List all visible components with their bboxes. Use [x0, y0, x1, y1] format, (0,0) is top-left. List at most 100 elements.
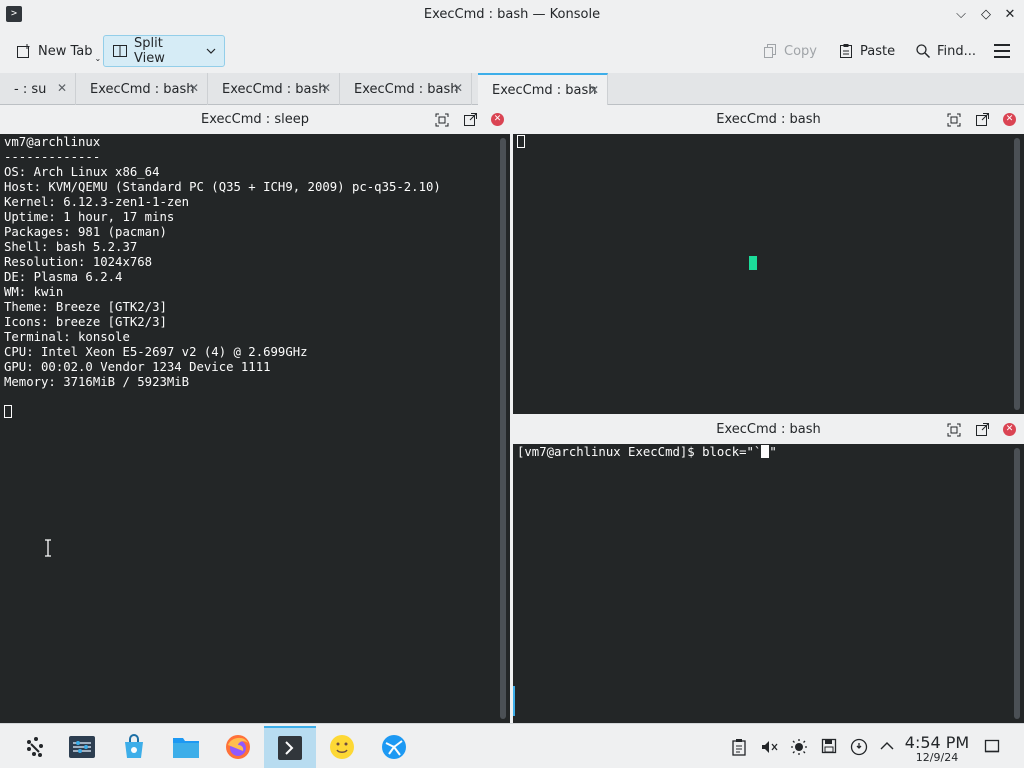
updates-icon[interactable]: [850, 738, 868, 756]
new-tab-button[interactable]: New Tab ⌄: [8, 35, 109, 67]
file-manager-icon[interactable]: [160, 726, 212, 768]
activity-marker: [749, 256, 757, 270]
copy-label: Copy: [784, 43, 817, 59]
pane-header: ExecCmd : sleep ✕: [0, 106, 510, 134]
tab-label: ExecCmd : bash: [222, 81, 327, 97]
term-line: -------------: [4, 150, 101, 164]
detach-pane-icon[interactable]: [462, 112, 478, 128]
term-line: Terminal: konsole: [4, 330, 130, 344]
close-pane-icon[interactable]: ✕: [1003, 113, 1016, 126]
tab-bar: - : su ✕ ExecCmd : bash ✕ ExecCmd : bash…: [0, 73, 1024, 105]
term-line: Uptime: 1 hour, 17 mins: [4, 210, 175, 224]
detach-pane-icon[interactable]: [974, 422, 990, 438]
copy-icon: [762, 43, 778, 59]
save-device-icon[interactable]: [820, 738, 838, 756]
tab-execcmd-bash-3[interactable]: ExecCmd : bash ✕: [340, 73, 472, 105]
find-label: Find...: [937, 43, 977, 59]
close-tab-icon[interactable]: ✕: [321, 81, 331, 95]
terminal-prompt-line: [vm7@archlinux ExecCmd]$ block="` ": [517, 445, 1010, 460]
split-view-label: Split View: [134, 36, 165, 66]
term-line: Resolution: 1024x768: [4, 255, 153, 269]
discover-store-icon[interactable]: [108, 726, 160, 768]
term-line: vm7@archlinux: [4, 135, 101, 149]
close-tab-icon[interactable]: ✕: [453, 81, 463, 95]
scrollbar[interactable]: [1010, 134, 1024, 414]
close-tab-icon[interactable]: ✕: [589, 83, 599, 97]
system-settings-icon[interactable]: [56, 726, 108, 768]
terminal-pane-bottom-right[interactable]: ExecCmd : bash ✕ [vm7@archlinux ExecCmd]…: [513, 416, 1024, 723]
volume-muted-icon[interactable]: [760, 738, 778, 756]
clipboard-icon[interactable]: [730, 738, 748, 756]
tab-label: - : su: [14, 81, 47, 97]
scrollbar[interactable]: [1010, 444, 1024, 723]
window-title: ExecCmd : bash — Konsole: [423, 7, 601, 22]
close-pane-icon[interactable]: ✕: [491, 113, 504, 126]
pane-header: ExecCmd : bash ✕: [513, 416, 1024, 444]
konsole-icon[interactable]: [264, 726, 316, 768]
detach-pane-icon[interactable]: [974, 112, 990, 128]
scrollbar-thumb[interactable]: [500, 138, 506, 719]
text-cursor-icon: [44, 539, 52, 561]
find-button[interactable]: Find...: [907, 35, 984, 67]
term-line: WM: kwin: [4, 285, 64, 299]
terminal-cursor-line: [517, 135, 1010, 150]
terminal-cursor: [4, 405, 12, 418]
term-line: Icons: breeze [GTK2/3]: [4, 315, 167, 329]
maximize-pane-icon[interactable]: [946, 112, 962, 128]
tab-execcmd-bash-2[interactable]: ExecCmd : bash ✕: [208, 73, 340, 105]
prompt-text: [vm7@archlinux ExecCmd]$ block="`: [517, 445, 762, 459]
terminal-pane-top-right[interactable]: ExecCmd : bash ✕: [513, 106, 1024, 414]
brightness-icon[interactable]: [790, 738, 808, 756]
tab-label: ExecCmd : bash: [354, 81, 459, 97]
clock-date[interactable]: 12/9/24: [900, 751, 974, 764]
search-icon: [915, 43, 931, 59]
close-pane-icon[interactable]: ✕: [1003, 423, 1016, 436]
paste-button[interactable]: Paste: [830, 35, 903, 67]
term-line: Host: KVM/QEMU (Standard PC (Q35 + ICH9,…: [4, 180, 441, 194]
split-view-icon: [112, 43, 128, 59]
term-line: Theme: Breeze [GTK2/3]: [4, 300, 167, 314]
hamburger-menu-icon[interactable]: [994, 44, 1010, 58]
terminal-cursor-line: [4, 405, 496, 420]
clock-time[interactable]: 4:54 PM: [900, 733, 974, 752]
terminal-output[interactable]: [vm7@archlinux ExecCmd]$ block="` ": [513, 444, 1010, 723]
terminal-output[interactable]: [513, 134, 1010, 414]
tab-label: ExecCmd : bash: [90, 81, 195, 97]
new-tab-icon: [16, 43, 32, 59]
terminal-pane-left[interactable]: ExecCmd : sleep ✕ vm7@archlinux --------…: [0, 106, 510, 723]
maximize-button[interactable]: ◇: [975, 4, 997, 26]
window-titlebar[interactable]: > ExecCmd : bash — Konsole ⌵ ◇ ✕: [0, 0, 1024, 30]
pane-header: ExecCmd : bash ✕: [513, 106, 1024, 134]
term-line: Kernel: 6.12.3-zen1-1-zen: [4, 195, 190, 209]
maximize-pane-icon[interactable]: [946, 422, 962, 438]
term-line: Shell: bash 5.2.37: [4, 240, 138, 254]
browser-icon[interactable]: [368, 726, 420, 768]
close-window-button[interactable]: ✕: [999, 4, 1021, 26]
new-tab-label: New Tab: [38, 43, 93, 59]
application-launcher-icon[interactable]: [8, 726, 60, 768]
show-desktop-icon[interactable]: [983, 738, 1001, 756]
term-line: Memory: 3716MiB / 5923MiB: [4, 375, 190, 389]
taskbar: 4:54 PM 12/9/24: [0, 723, 1024, 768]
minimize-button[interactable]: ⌵: [950, 4, 972, 26]
term-line: CPU: Intel Xeon E5-2697 v2 (4) @ 2.699GH…: [4, 345, 308, 359]
maximize-pane-icon[interactable]: [434, 112, 450, 128]
show-hidden-tray-icon[interactable]: [878, 738, 896, 756]
firefox-icon[interactable]: [212, 726, 264, 768]
emoji-icon[interactable]: [316, 726, 368, 768]
close-tab-icon[interactable]: ✕: [189, 81, 199, 95]
term-line: DE: Plasma 6.2.4: [4, 270, 123, 284]
scrollbar[interactable]: [496, 134, 510, 723]
split-view-button[interactable]: Split View: [103, 35, 225, 67]
terminal-cursor: [517, 135, 525, 148]
terminal-output[interactable]: vm7@archlinux ------------- OS: Arch Lin…: [0, 134, 496, 723]
tab-su[interactable]: - : su ✕: [0, 73, 76, 105]
tab-execcmd-bash-active[interactable]: ExecCmd : bash ✕: [478, 73, 608, 105]
tab-execcmd-bash-1[interactable]: ExecCmd : bash ✕: [76, 73, 208, 105]
copy-button[interactable]: Copy: [754, 35, 825, 67]
new-tab-dropdown-icon[interactable]: ⌄: [95, 54, 102, 63]
close-tab-icon[interactable]: ✕: [57, 81, 67, 95]
scrollbar-thumb[interactable]: [1014, 448, 1020, 719]
chevron-down-icon: [206, 44, 216, 59]
scrollbar-thumb[interactable]: [1014, 138, 1020, 410]
